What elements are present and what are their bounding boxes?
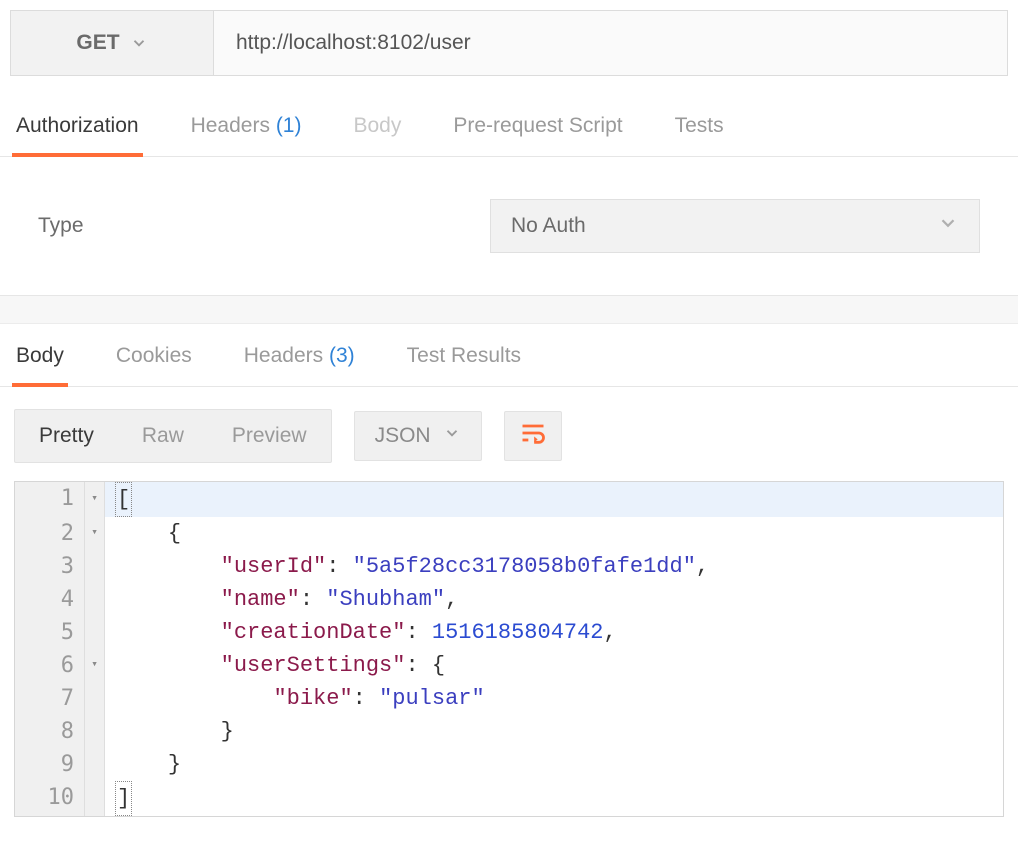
http-method-select[interactable]: GET	[10, 10, 214, 76]
code-line: 10 ]	[15, 781, 1003, 816]
code-token: "userSettings"	[221, 653, 406, 678]
fold-gutter	[85, 715, 105, 748]
tab-tests[interactable]: Tests	[673, 100, 726, 156]
tab-authorization[interactable]: Authorization	[14, 100, 141, 156]
tab-prerequest-script[interactable]: Pre-request Script	[451, 100, 624, 156]
code-line: 2 ▾ {	[15, 517, 1003, 550]
code-line: 4 "name": "Shubham",	[15, 583, 1003, 616]
code-indent	[115, 653, 221, 678]
code-line: 7 "bike": "pulsar"	[15, 682, 1003, 715]
line-number: 2	[15, 517, 85, 550]
code-indent	[115, 587, 221, 612]
code-token: "bike"	[273, 686, 352, 711]
code-token: "creationDate"	[221, 620, 406, 645]
chevron-down-icon	[130, 34, 148, 52]
response-tab-test-results[interactable]: Test Results	[405, 324, 523, 386]
tab-label: Authorization	[16, 114, 139, 137]
code-token: ]	[115, 781, 132, 816]
tab-count: (1)	[276, 114, 302, 137]
response-body-code[interactable]: 1 ▾ [ 2 ▾ { 3 "userId": "5a5f28cc3178058…	[14, 481, 1004, 817]
code-token: 1516185804742	[432, 620, 604, 645]
line-number: 6	[15, 649, 85, 682]
auth-type-label: Type	[38, 214, 490, 238]
code-indent	[115, 752, 168, 777]
tab-label: Headers	[244, 344, 323, 367]
code-token: }	[168, 752, 181, 777]
code-line: 3 "userId": "5a5f28cc3178058b0fafe1dd",	[15, 550, 1003, 583]
code-indent	[115, 521, 168, 546]
wrap-lines-icon	[519, 419, 547, 453]
line-number: 8	[15, 715, 85, 748]
view-mode-raw[interactable]: Raw	[118, 410, 208, 462]
tab-body[interactable]: Body	[351, 100, 403, 156]
tab-label: Cookies	[116, 344, 192, 367]
code-indent	[115, 554, 221, 579]
response-body-toolbar: Pretty Raw Preview JSON	[0, 387, 1018, 481]
code-token: {	[168, 521, 181, 546]
code-token: "name"	[221, 587, 300, 612]
toggle-wrap-button[interactable]	[504, 411, 562, 461]
code-line: 1 ▾ [	[15, 482, 1003, 517]
code-line: 8 }	[15, 715, 1003, 748]
auth-type-selected: No Auth	[511, 214, 586, 238]
code-line: 9 }	[15, 748, 1003, 781]
chevron-down-icon	[937, 212, 959, 240]
code-token: "pulsar"	[379, 686, 485, 711]
tab-label: Test Results	[407, 344, 521, 367]
response-tab-headers[interactable]: Headers (3)	[242, 324, 357, 386]
view-mode-group: Pretty Raw Preview	[14, 409, 332, 463]
line-number: 3	[15, 550, 85, 583]
view-mode-preview[interactable]: Preview	[208, 410, 331, 462]
fold-gutter	[85, 550, 105, 583]
tab-label: Body	[353, 114, 401, 137]
seg-label: Preview	[232, 424, 307, 447]
fold-gutter	[85, 616, 105, 649]
line-number: 9	[15, 748, 85, 781]
tab-label: Pre-request Script	[453, 114, 622, 137]
fold-toggle[interactable]: ▾	[85, 649, 105, 682]
code-token: "5a5f28cc3178058b0fafe1dd"	[353, 554, 696, 579]
tab-headers[interactable]: Headers (1)	[189, 100, 304, 156]
response-tab-cookies[interactable]: Cookies	[114, 324, 194, 386]
tab-count: (3)	[329, 344, 355, 367]
fold-toggle[interactable]: ▾	[85, 517, 105, 550]
fold-gutter	[85, 682, 105, 715]
body-format-select[interactable]: JSON	[354, 411, 482, 461]
line-number: 5	[15, 616, 85, 649]
response-tabs: Body Cookies Headers (3) Test Results	[0, 324, 1018, 387]
tab-label: Tests	[675, 114, 724, 137]
fold-toggle[interactable]: ▾	[85, 482, 105, 517]
code-token: "userId"	[221, 554, 327, 579]
auth-type-select[interactable]: No Auth	[490, 199, 980, 253]
view-mode-pretty[interactable]: Pretty	[15, 410, 118, 462]
fold-gutter	[85, 748, 105, 781]
tab-label: Body	[16, 344, 64, 367]
section-divider	[0, 296, 1018, 324]
seg-label: Raw	[142, 424, 184, 447]
format-label: JSON	[375, 424, 431, 448]
code-indent	[115, 620, 221, 645]
line-number: 1	[15, 482, 85, 517]
code-line: 6 ▾ "userSettings": {	[15, 649, 1003, 682]
code-indent	[115, 686, 273, 711]
request-tabs: Authorization Headers (1) Body Pre-reque…	[0, 100, 1018, 157]
request-url-input[interactable]	[214, 10, 1008, 76]
auth-panel: Type No Auth	[0, 157, 1018, 296]
line-number: 7	[15, 682, 85, 715]
response-tab-body[interactable]: Body	[14, 324, 66, 386]
line-number: 4	[15, 583, 85, 616]
fold-gutter	[85, 781, 105, 816]
code-token: {	[432, 653, 445, 678]
tab-label: Headers	[191, 114, 270, 137]
code-token: }	[221, 719, 234, 744]
code-line: 5 "creationDate": 1516185804742,	[15, 616, 1003, 649]
code-token: [	[115, 482, 132, 517]
code-token: "Shubham"	[326, 587, 445, 612]
fold-gutter	[85, 583, 105, 616]
chevron-down-icon	[443, 424, 461, 448]
seg-label: Pretty	[39, 424, 94, 447]
http-method-label: GET	[76, 31, 119, 55]
line-number: 10	[15, 781, 85, 816]
code-indent	[115, 719, 221, 744]
